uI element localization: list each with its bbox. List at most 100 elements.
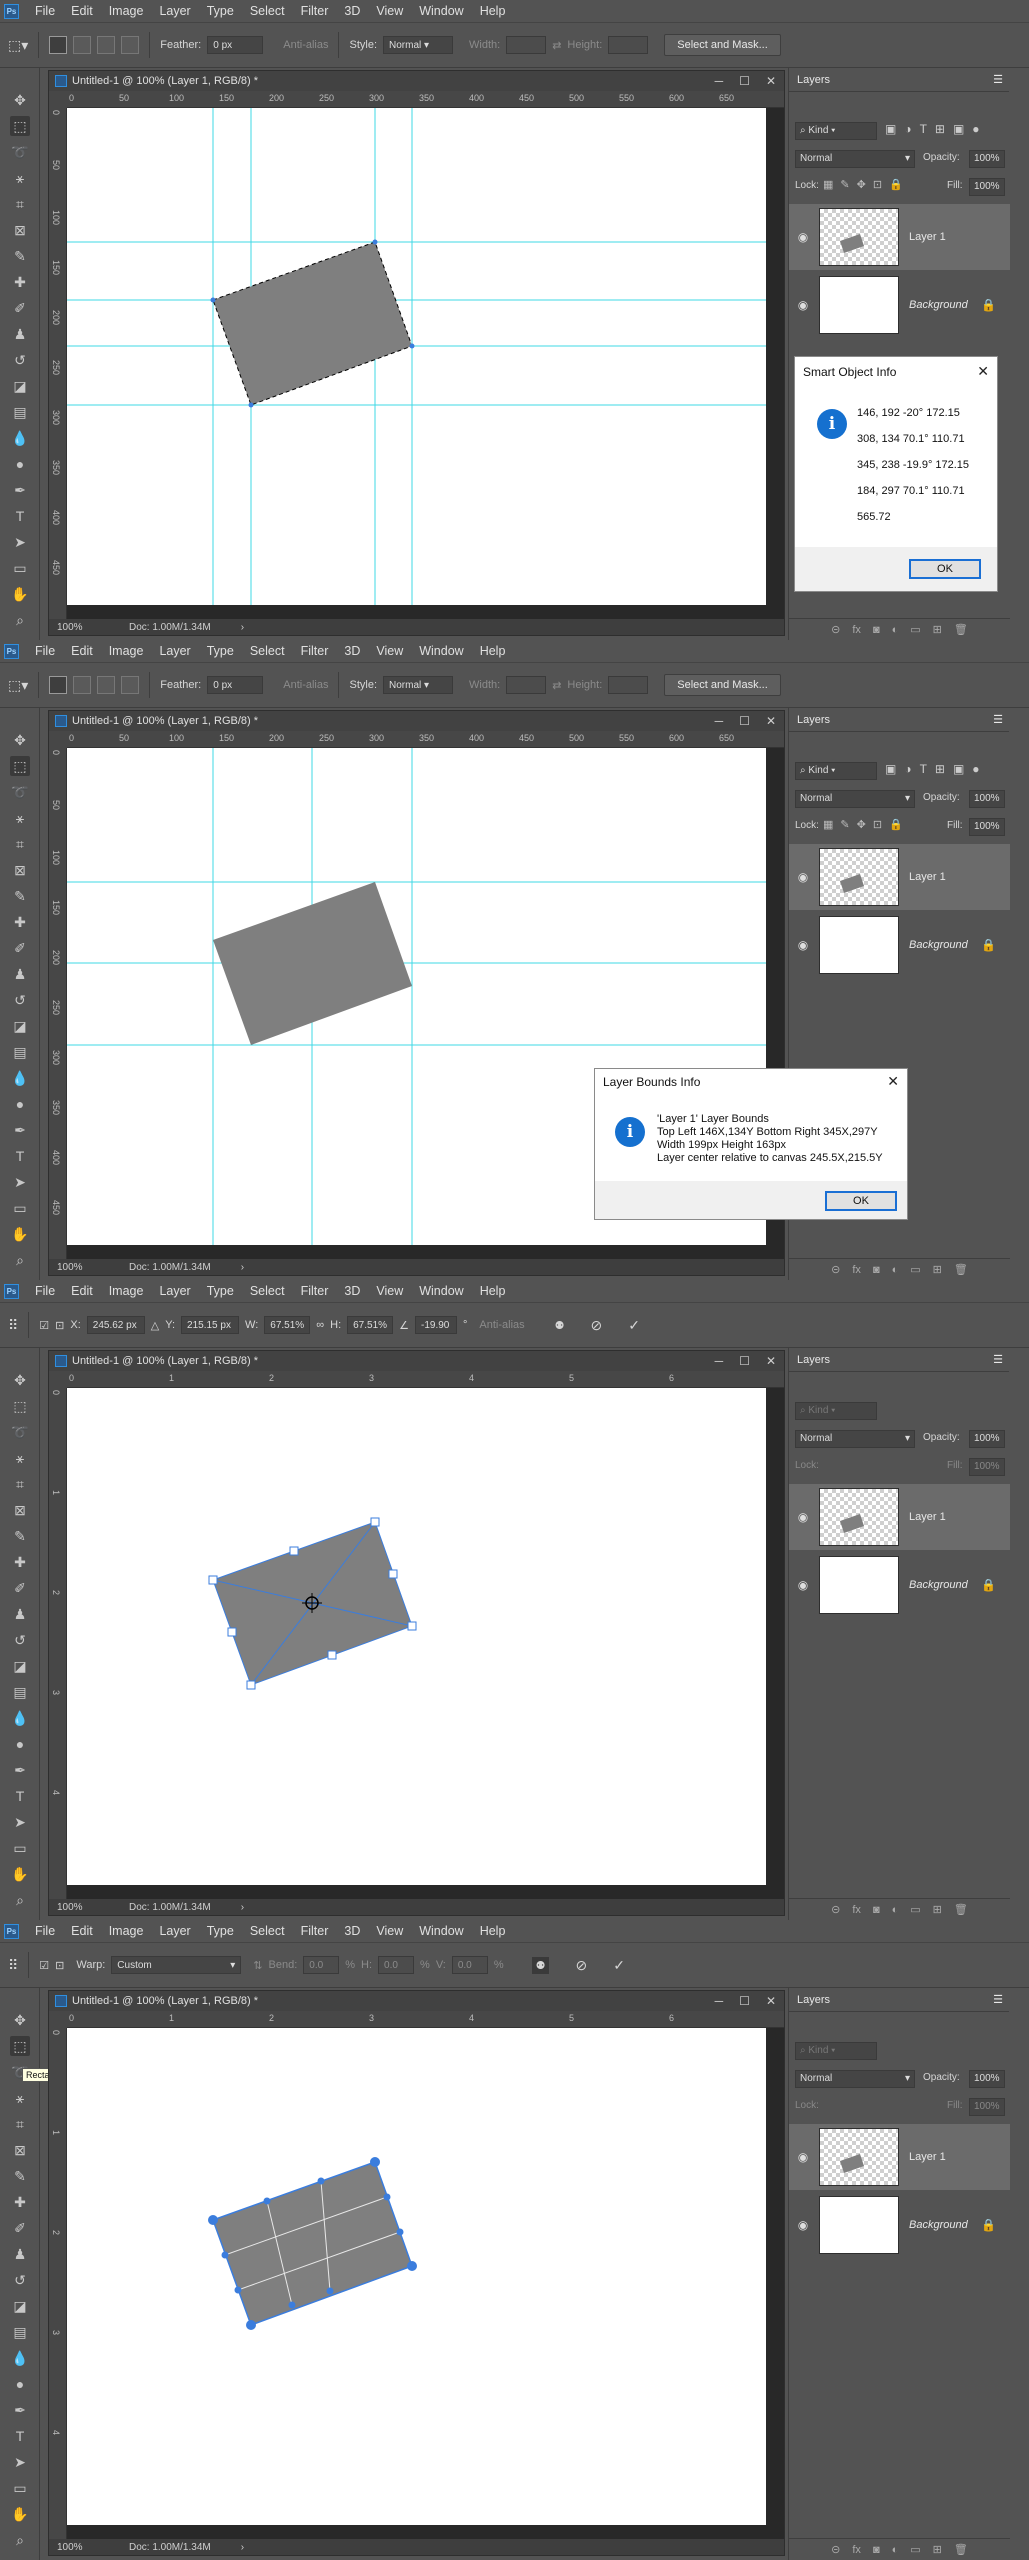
move-tool-icon[interactable]: ✥ — [10, 90, 30, 110]
link-icon[interactable]: ⊝ — [831, 1263, 840, 1276]
layers-tab[interactable]: Layers ☰ — [789, 1988, 1009, 2012]
menu-file[interactable]: File — [27, 1280, 63, 1302]
zoom-level[interactable]: 100% — [57, 622, 105, 633]
ok-button[interactable]: OK — [825, 1191, 897, 1211]
eyedropper-tool-icon[interactable]: ✎ — [10, 246, 30, 266]
transform-tool-icon[interactable]: ⠿ — [8, 1957, 18, 1974]
opacity-input[interactable]: 100% — [969, 790, 1005, 808]
brush-tool-icon[interactable]: ✐ — [10, 2218, 30, 2238]
layer-row-background[interactable]: ◉ Background 🔒 — [789, 912, 1010, 978]
intersect-selection-icon[interactable] — [121, 676, 140, 694]
blur-tool-icon[interactable]: 💧 — [10, 1708, 30, 1728]
menu-filter[interactable]: Filter — [293, 1280, 337, 1302]
blend-mode-select[interactable]: Normal ▾ — [795, 790, 915, 808]
crop-tool-icon[interactable]: ⌗ — [10, 1474, 30, 1494]
lock-icons[interactable]: ▦✎✥⊡🔒 — [823, 818, 910, 831]
style-select[interactable]: Normal ▾ — [383, 676, 453, 694]
menu-3d[interactable]: 3D — [336, 0, 368, 22]
menu-select[interactable]: Select — [242, 640, 293, 662]
clone-stamp-tool-icon[interactable]: ♟ — [10, 2244, 30, 2264]
canvas[interactable] — [67, 108, 767, 605]
menu-image[interactable]: Image — [101, 1920, 152, 1942]
dialog-close-icon[interactable]: ✕ — [977, 363, 989, 380]
adjustment-icon[interactable]: ◐ — [892, 624, 899, 636]
zoom-tool-icon[interactable]: ⌕ — [10, 2530, 30, 2550]
layer-name[interactable]: Layer 1 — [909, 871, 946, 883]
minimize-icon[interactable]: ─ — [715, 74, 724, 88]
kind-filter-select[interactable]: ⌕ Kind ▾ — [795, 762, 877, 780]
kind-filter-select[interactable]: ⌕ Kind ▾ — [795, 122, 877, 140]
link-icon[interactable]: ⊝ — [831, 1903, 840, 1916]
select-and-mask-button[interactable]: Select and Mask... — [664, 34, 781, 56]
marquee-tool-preset-icon[interactable]: ⬚▾ — [8, 37, 28, 54]
document-tab[interactable]: Untitled-1 @ 100% (Layer 1, RGB/8) * ─ ☐… — [49, 71, 784, 91]
link-aspect-icon[interactable]: ∞ — [316, 1319, 324, 1331]
reference-point-checkbox[interactable]: ☑ — [39, 1319, 49, 1332]
panel-menu-icon[interactable]: ☰ — [993, 1993, 1003, 2006]
panel-menu-icon[interactable]: ☰ — [993, 73, 1003, 86]
blend-mode-select[interactable]: Normal ▾ — [795, 2070, 915, 2088]
visibility-eye-icon[interactable]: ◉ — [793, 2150, 813, 2164]
add-selection-icon[interactable] — [73, 36, 92, 54]
group-icon[interactable]: ▭ — [910, 1903, 920, 1916]
menu-view[interactable]: View — [368, 1920, 411, 1942]
new-selection-icon[interactable] — [49, 676, 68, 694]
filter-icons[interactable]: ▣◑T⊞▣● — [885, 122, 988, 136]
mask-icon[interactable]: ◙ — [873, 1264, 880, 1276]
close-icon[interactable]: ✕ — [766, 714, 776, 728]
brush-tool-icon[interactable]: ✐ — [10, 298, 30, 318]
maximize-icon[interactable]: ☐ — [739, 1994, 750, 2008]
ok-button[interactable]: OK — [909, 559, 981, 579]
healing-brush-tool-icon[interactable]: ✚ — [10, 912, 30, 932]
clone-stamp-tool-icon[interactable]: ♟ — [10, 1604, 30, 1624]
panel-menu-icon[interactable]: ☰ — [993, 1353, 1003, 1366]
path-selection-tool-icon[interactable]: ➤ — [10, 2452, 30, 2472]
frame-tool-icon[interactable]: ⊠ — [10, 2140, 30, 2160]
magic-wand-tool-icon[interactable]: ⚹ — [10, 808, 30, 828]
layer-name[interactable]: Layer 1 — [909, 231, 946, 243]
subtract-selection-icon[interactable] — [97, 36, 116, 54]
delta-icon[interactable]: △ — [151, 1319, 159, 1332]
menu-type[interactable]: Type — [199, 1920, 242, 1942]
zoom-level[interactable]: 100% — [57, 1902, 105, 1913]
menu-file[interactable]: File — [27, 1920, 63, 1942]
layers-tab[interactable]: Layers ☰ — [789, 68, 1009, 92]
y-position-input[interactable]: 215.15 px — [181, 1316, 240, 1334]
commit-transform-icon[interactable]: ✓ — [628, 1317, 640, 1334]
maximize-icon[interactable]: ☐ — [739, 1354, 750, 1368]
dodge-tool-icon[interactable]: ● — [10, 1734, 30, 1754]
dodge-tool-icon[interactable]: ● — [10, 2374, 30, 2394]
document-tab[interactable]: Untitled-1 @ 100% (Layer 1, RGB/8) * ─ ☐… — [49, 1351, 784, 1371]
crop-tool-icon[interactable]: ⌗ — [10, 194, 30, 214]
height-percent-input[interactable]: 67.51% — [347, 1316, 394, 1334]
menu-help[interactable]: Help — [472, 1920, 514, 1942]
group-icon[interactable]: ▭ — [910, 623, 920, 636]
visibility-eye-icon[interactable]: ◉ — [793, 298, 813, 312]
history-brush-tool-icon[interactable]: ↺ — [10, 990, 30, 1010]
blur-tool-icon[interactable]: 💧 — [10, 428, 30, 448]
menu-filter[interactable]: Filter — [293, 0, 337, 22]
cancel-transform-icon[interactable]: ⊘ — [575, 1957, 587, 1974]
intersect-selection-icon[interactable] — [121, 36, 140, 54]
layer-row-background[interactable]: ◉ Background 🔒 — [789, 2192, 1010, 2258]
menu-window[interactable]: Window — [411, 640, 471, 662]
brush-tool-icon[interactable]: ✐ — [10, 938, 30, 958]
type-tool-icon[interactable]: T — [10, 1146, 30, 1166]
reference-point-icon[interactable]: ⊡ — [55, 1319, 64, 1332]
new-layer-icon[interactable]: ⊞ — [933, 2543, 942, 2556]
pen-tool-icon[interactable]: ✒ — [10, 1760, 30, 1780]
menu-3d[interactable]: 3D — [336, 1280, 368, 1302]
mask-icon[interactable]: ◙ — [873, 2544, 880, 2556]
fx-icon[interactable]: fx — [852, 624, 861, 636]
antialias-checkbox[interactable]: Anti-alias — [283, 39, 328, 51]
fill-input[interactable]: 100% — [969, 818, 1005, 836]
menu-type[interactable]: Type — [199, 0, 242, 22]
document-tab[interactable]: Untitled-1 @ 100% (Layer 1, RGB/8) * ─ ☐… — [49, 1991, 784, 2011]
blend-mode-select[interactable]: Normal ▾ — [795, 1430, 915, 1448]
layer-row-layer-1[interactable]: ◉ Layer 1 — [789, 844, 1010, 910]
move-tool-icon[interactable]: ✥ — [10, 730, 30, 750]
shape-tool-icon[interactable]: ▭ — [10, 2478, 30, 2498]
x-position-input[interactable]: 245.62 px — [86, 1316, 145, 1334]
menu-image[interactable]: Image — [101, 640, 152, 662]
history-brush-tool-icon[interactable]: ↺ — [10, 1630, 30, 1650]
